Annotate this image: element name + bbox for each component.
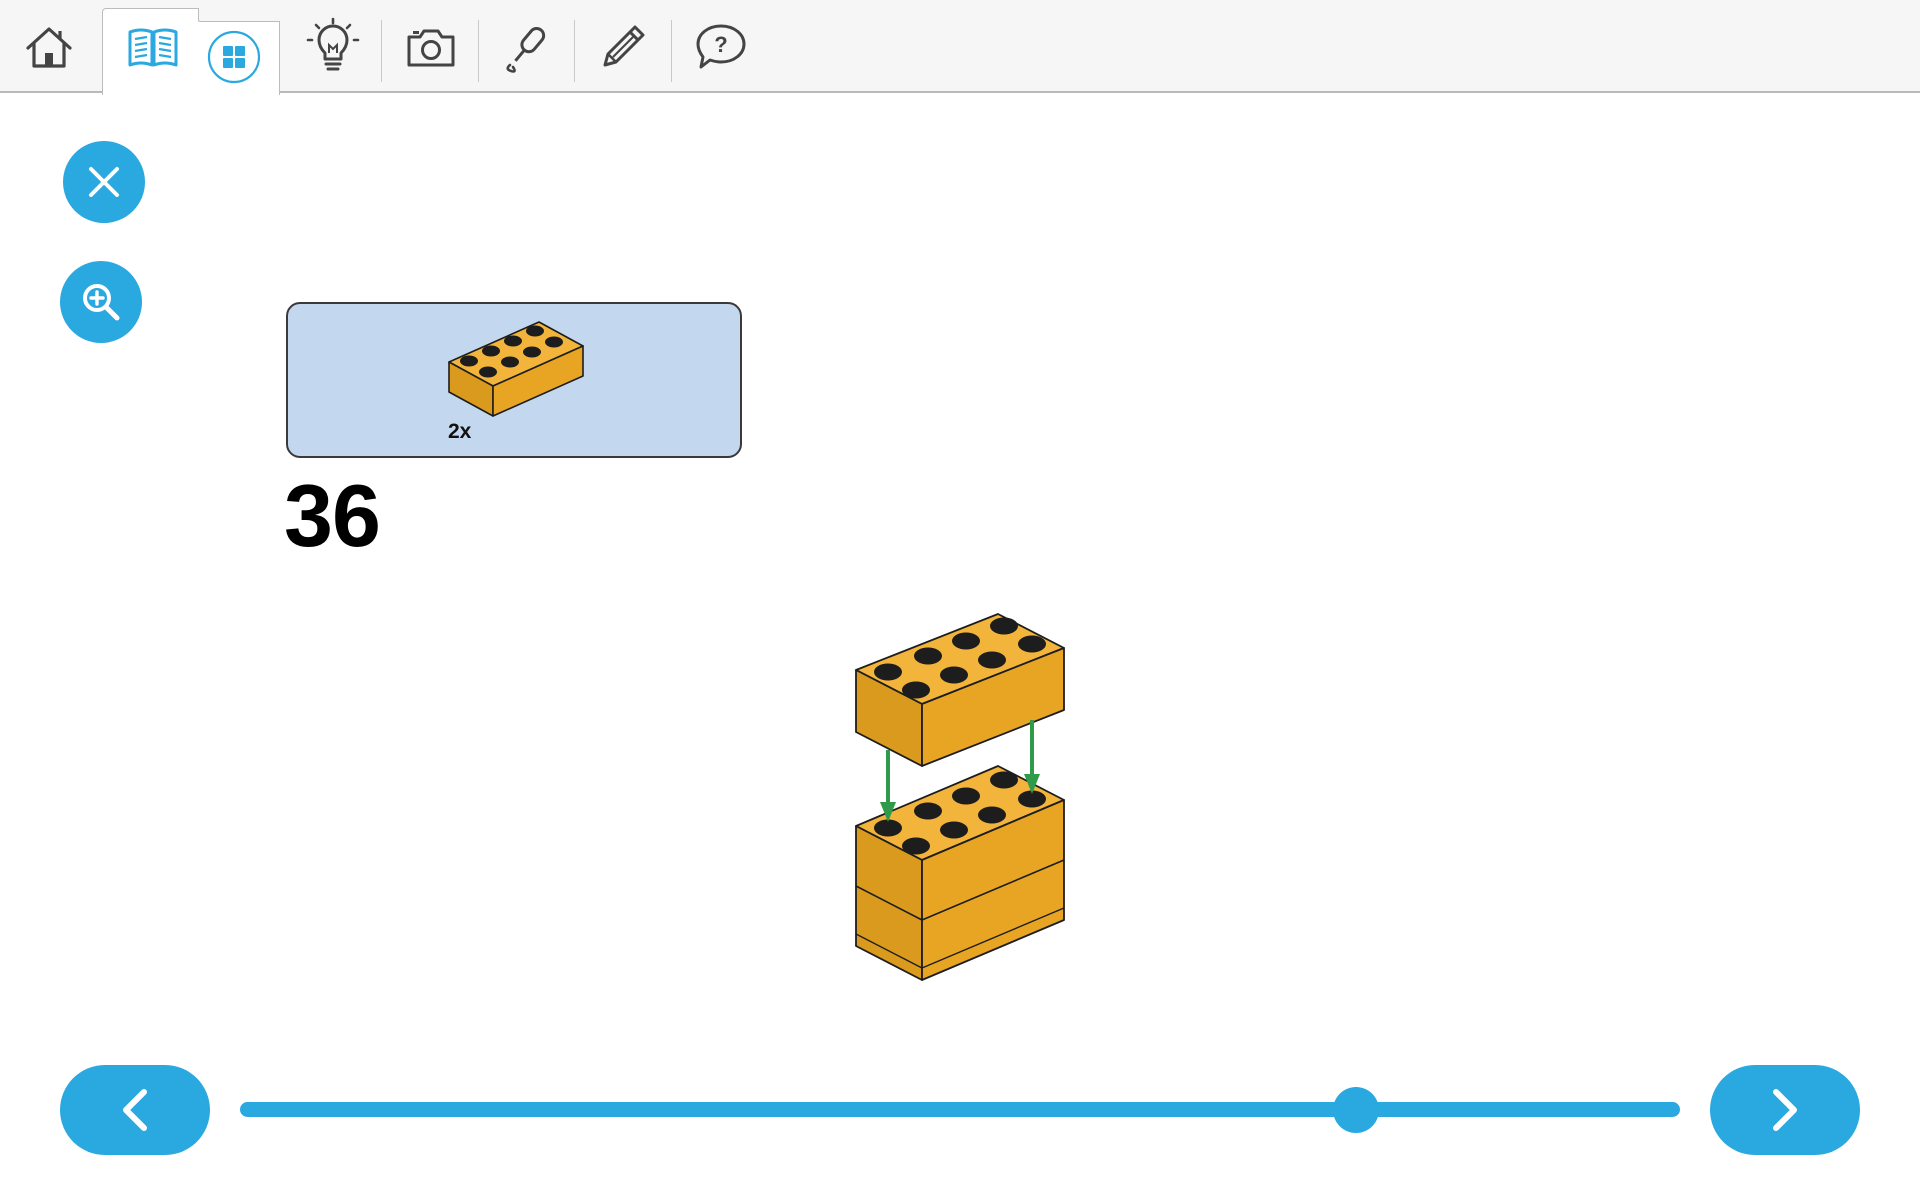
toolbar-separator bbox=[671, 20, 672, 82]
record-button[interactable] bbox=[492, 0, 562, 93]
toolbar: ? bbox=[0, 0, 1920, 95]
home-button[interactable] bbox=[14, 0, 84, 93]
zoom-in-icon bbox=[83, 284, 120, 321]
help-bubble-icon: ? bbox=[696, 24, 746, 68]
next-step-button[interactable] bbox=[1710, 1065, 1860, 1155]
overview-button[interactable] bbox=[204, 10, 264, 103]
zoom-button[interactable] bbox=[60, 261, 142, 343]
grid-icon bbox=[207, 30, 261, 83]
open-book-icon bbox=[128, 28, 178, 66]
chevron-right-icon bbox=[1773, 1089, 1797, 1131]
step-progress-slider[interactable] bbox=[240, 1087, 1680, 1133]
camera-button[interactable] bbox=[396, 0, 466, 93]
part-quantity: 2x bbox=[448, 420, 472, 443]
step-number: 36 bbox=[284, 466, 381, 565]
parts-list-callout: 2x bbox=[286, 302, 742, 458]
ideas-button[interactable] bbox=[298, 0, 368, 93]
chevron-left-icon bbox=[123, 1089, 147, 1131]
svg-text:?: ? bbox=[714, 32, 727, 57]
lightbulb-icon bbox=[306, 17, 360, 70]
close-button[interactable] bbox=[63, 141, 145, 223]
building-instructions-button[interactable] bbox=[118, 0, 188, 93]
previous-step-button[interactable] bbox=[60, 1065, 210, 1155]
pencil-icon bbox=[603, 25, 645, 66]
brick-2x4-icon bbox=[448, 321, 584, 417]
home-icon bbox=[26, 26, 72, 68]
close-icon bbox=[89, 167, 119, 197]
camera-icon bbox=[407, 29, 455, 66]
assembly-illustration bbox=[855, 613, 1065, 981]
toolbar-separator bbox=[574, 20, 575, 82]
microphone-icon bbox=[506, 26, 546, 73]
help-button[interactable]: ? bbox=[686, 0, 756, 93]
toolbar-separator bbox=[381, 20, 382, 82]
edit-button[interactable] bbox=[588, 0, 658, 93]
toolbar-separator bbox=[478, 20, 479, 82]
slider-thumb[interactable] bbox=[1333, 1087, 1379, 1133]
